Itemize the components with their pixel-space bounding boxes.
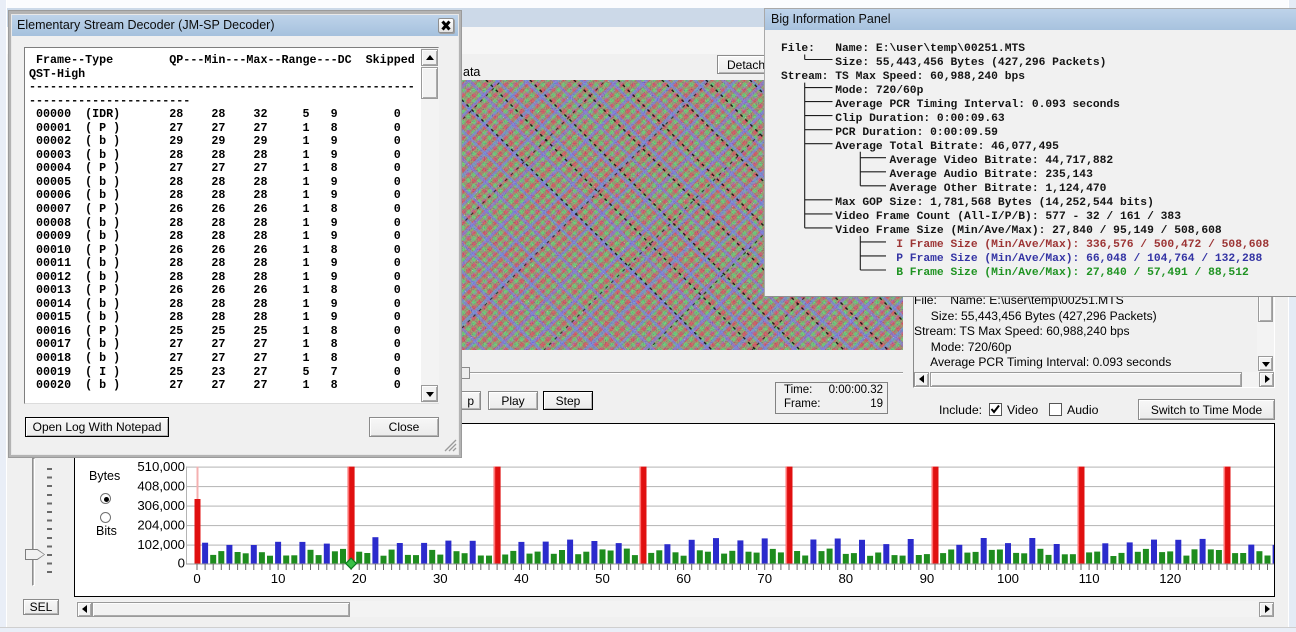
svg-text:204,000: 204,000 [137,517,185,532]
svg-text:30: 30 [433,571,448,586]
svg-text:40: 40 [514,571,529,586]
svg-text:100: 100 [997,571,1019,586]
svg-text:110: 110 [1079,571,1100,586]
svg-text:20: 20 [352,571,367,586]
svg-text:120: 120 [1159,571,1181,586]
svg-text:510,000: 510,000 [137,459,185,474]
svg-text:10: 10 [271,571,286,586]
svg-text:0: 0 [178,556,185,571]
svg-text:90: 90 [920,571,935,586]
svg-text:70: 70 [757,571,772,586]
svg-text:60: 60 [676,571,691,586]
svg-text:408,000: 408,000 [137,478,185,493]
svg-text:80: 80 [838,571,853,586]
svg-text:50: 50 [595,571,610,586]
svg-text:306,000: 306,000 [137,498,185,513]
svg-text:0: 0 [193,571,200,586]
svg-text:102,000: 102,000 [137,537,185,552]
